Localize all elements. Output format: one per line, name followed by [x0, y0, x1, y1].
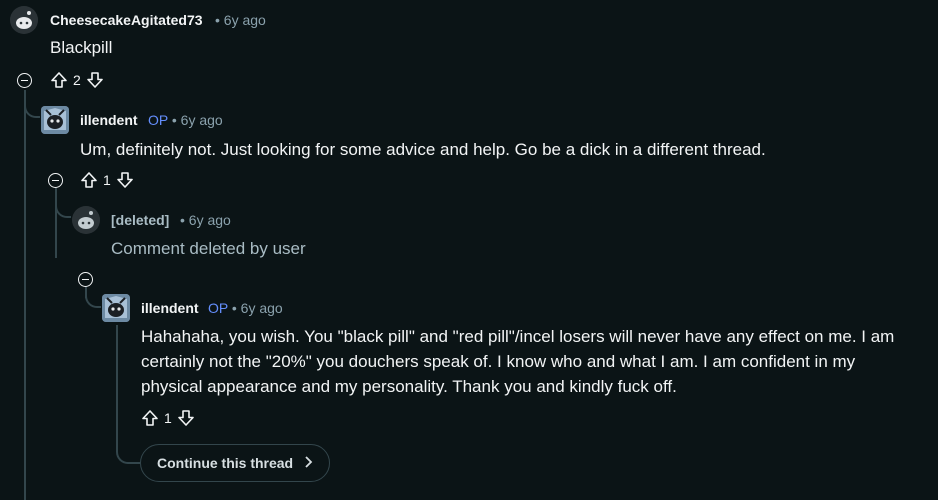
avatar[interactable]	[10, 6, 38, 34]
comment-author[interactable]: CheesecakeAgitated73	[50, 12, 203, 28]
custom-snoo-avatar-icon	[102, 294, 130, 322]
timestamp[interactable]: 6y ago	[189, 212, 231, 228]
thread-connector	[116, 440, 140, 464]
timestamp[interactable]: 6y ago	[241, 300, 283, 316]
separator: •	[231, 300, 237, 316]
comment-body-line: certainly not the "20%" you douchers spe…	[141, 352, 856, 371]
vote-count: 1	[103, 172, 111, 188]
comment-body: Hahahaha, you wish. You "black pill" and…	[141, 324, 931, 399]
comment-body: Um, definitely not. Just looking for som…	[80, 140, 766, 159]
upvote-icon[interactable]	[49, 70, 69, 90]
comment-meta: OP • 6y ago	[148, 112, 223, 128]
comment-meta: OP • 6y ago	[208, 300, 283, 316]
avatar[interactable]	[41, 106, 69, 134]
collapse-thread-button[interactable]	[48, 173, 63, 188]
continue-thread-button[interactable]: Continue this thread	[140, 444, 331, 482]
vote-count: 1	[164, 410, 172, 426]
op-badge: OP	[208, 300, 228, 316]
continue-thread-label: Continue this thread	[157, 455, 294, 471]
thread-line	[116, 325, 118, 445]
snoo-default-avatar-icon	[72, 206, 100, 234]
collapse-thread-button[interactable]	[17, 73, 32, 88]
timestamp[interactable]: 6y ago	[181, 112, 223, 128]
comment-author: [deleted]	[111, 212, 170, 228]
vote-controls: 1	[140, 408, 196, 428]
vote-count: 2	[73, 72, 81, 88]
custom-snoo-avatar-icon	[41, 106, 69, 134]
thread-line	[24, 90, 26, 500]
vote-controls: 2	[49, 70, 105, 90]
upvote-icon[interactable]	[79, 170, 99, 190]
comment-body-line: Hahahaha, you wish. You "black pill" and…	[141, 327, 895, 346]
separator: •	[180, 212, 185, 228]
comment-body: Blackpill	[50, 38, 113, 57]
avatar[interactable]	[102, 294, 130, 322]
timestamp[interactable]: 6y ago	[224, 12, 266, 28]
comment-meta: • 6y ago	[215, 12, 266, 28]
comment-author[interactable]: illendent	[80, 112, 138, 128]
downvote-icon[interactable]	[176, 408, 196, 428]
comment-meta: • 6y ago	[180, 212, 231, 228]
chevron-right-icon	[303, 455, 313, 471]
comment-body: Comment deleted by user	[111, 239, 306, 258]
downvote-icon[interactable]	[115, 170, 135, 190]
separator: •	[215, 12, 220, 28]
comment-author[interactable]: illendent	[141, 300, 199, 316]
thread-connector	[55, 196, 71, 218]
thread-connector	[24, 96, 40, 118]
upvote-icon[interactable]	[140, 408, 160, 428]
downvote-icon[interactable]	[85, 70, 105, 90]
snoo-default-avatar-icon	[10, 6, 38, 34]
vote-controls: 1	[79, 170, 135, 190]
collapse-thread-button[interactable]	[78, 272, 93, 287]
thread-connector	[85, 286, 101, 308]
separator: •	[171, 112, 177, 128]
avatar	[72, 206, 100, 234]
op-badge: OP	[148, 112, 168, 128]
comment-body-line: physical appearance and my personality. …	[141, 377, 677, 396]
